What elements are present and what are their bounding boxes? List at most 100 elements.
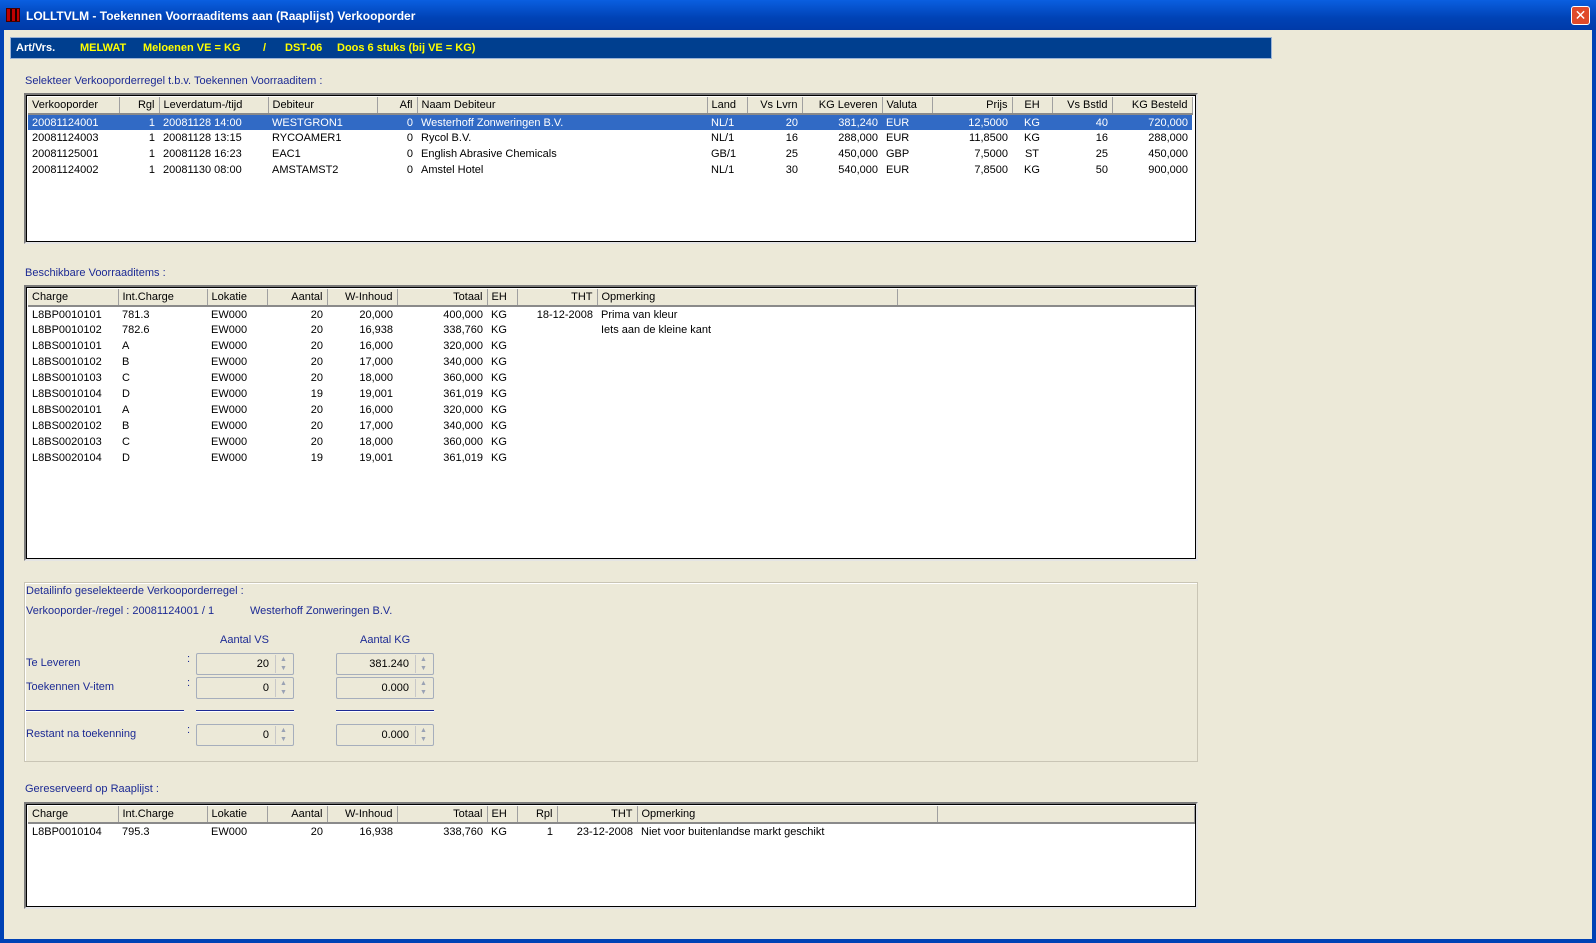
orders-col-verkooporder[interactable]: Verkooporder — [28, 97, 120, 115]
stock-cell-int-charge: D — [122, 452, 130, 464]
stock-col-totaal[interactable]: Totaal — [397, 289, 488, 307]
orders-col-afl[interactable]: Afl — [377, 97, 418, 115]
stock-col-int-charge[interactable]: Int.Charge — [118, 289, 208, 307]
orders-cell-vs-bstld: 25 — [1095, 148, 1108, 160]
reserved-col-rpl[interactable]: Rpl — [517, 806, 558, 824]
stock-cell-int-charge: C — [122, 372, 130, 384]
stock-cell-w-inhoud: 16,938 — [359, 324, 393, 336]
toekennen-vs-value: 0 — [262, 682, 269, 694]
orders-col-leverdatum-tijd[interactable]: Leverdatum-/tijd — [159, 97, 269, 115]
reserved-col-int-charge[interactable]: Int.Charge — [118, 806, 208, 824]
reserved-col-charge[interactable]: Charge — [28, 806, 119, 824]
stock-col-charge[interactable]: Charge — [28, 289, 119, 307]
stock-row[interactable]: L8BS0020103 C EW000 20 18,000 360,000 KG — [28, 434, 1194, 450]
te-leveren-vs-stepper[interactable]: 20 ▲ ▼ — [196, 653, 294, 675]
te-leveren-kg-stepper[interactable]: 381.240 ▲ ▼ — [336, 653, 434, 675]
stock-row[interactable]: L8BS0010103 C EW000 20 18,000 360,000 KG — [28, 370, 1194, 386]
orders-cell-kg-leveren: 381,240 — [802, 114, 882, 130]
stock-grid[interactable]: Charge Int.Charge Lokatie Aantal W-Inhoud Tot… — [24, 285, 1198, 561]
reserved-col-w-inhoud[interactable]: W-Inhoud — [327, 806, 398, 824]
orders-row[interactable]: 20081124002 1 20081130 08:00 AMSTAMST2 0 Amst… — [28, 162, 1192, 178]
orders-cell-rgl: 1 — [148, 148, 155, 160]
orders-cell-valuta: EUR — [882, 114, 932, 130]
stock-row[interactable]: L8BS0020102 B EW000 20 17,000 340,000 KG — [28, 418, 1194, 434]
orders-col-kg-besteld[interactable]: KG Besteld — [1112, 97, 1193, 115]
stock-cell-filler — [897, 306, 1194, 322]
orders-cell-rgl: 1 — [148, 164, 155, 176]
stock-cell-tht — [517, 418, 597, 434]
orders-cell-leverdatum-tijd: 20081128 16:23 — [163, 148, 242, 160]
te-leveren-colon: : — [187, 653, 191, 665]
orders-cell-leverdatum-tijd: 20081128 14:00 — [159, 114, 268, 130]
spin-arrows-icon[interactable]: ▲ ▼ — [415, 726, 431, 744]
stock-col-tht[interactable]: THT — [517, 289, 598, 307]
sum-divider-kg — [336, 710, 434, 712]
orders-col-vs-lvrn[interactable]: Vs Lvrn — [747, 97, 803, 115]
orders-cell-valuta: EUR — [886, 132, 910, 144]
stock-cell-opmerking — [597, 338, 897, 354]
stock-row[interactable]: L8BP0010102 782.6 EW000 20 16,938 338,760 KG Ie… — [28, 322, 1194, 338]
stock-cell-lokatie: EW000 — [211, 324, 248, 336]
reserved-col-totaal[interactable]: Totaal — [397, 806, 488, 824]
restant-vs-stepper[interactable]: 0 ▲ ▼ — [196, 724, 294, 746]
stock-col-opmerking[interactable]: Opmerking — [597, 289, 898, 307]
toekennen-vs-stepper[interactable]: 0 ▲ ▼ — [196, 677, 294, 699]
stock-row[interactable]: L8BS0010104 D EW000 19 19,001 361,019 KG — [28, 386, 1194, 402]
spin-arrows-icon[interactable]: ▲ ▼ — [415, 679, 431, 697]
reserved-cell-eh: KG — [491, 825, 507, 838]
stock-row[interactable]: L8BS0020104 D EW000 19 19,001 361,019 KG — [28, 450, 1194, 466]
stock-row[interactable]: L8BP0010101 781.3 EW000 20 20,000 400,000 KG 18… — [28, 306, 1194, 322]
stock-row[interactable]: L8BS0020101 A EW000 20 16,000 320,000 KG — [28, 402, 1194, 418]
orders-col-valuta[interactable]: Valuta — [882, 97, 933, 115]
orders-row[interactable]: 20081125001 1 20081128 16:23 EAC1 0 English A… — [28, 146, 1192, 162]
reserved-col-opmerking[interactable]: Opmerking — [637, 806, 938, 824]
reserved-grid[interactable]: Charge Int.Charge Lokatie Aantal W-Inhoud Tot… — [24, 802, 1198, 909]
window-title: LOLLTVLM - Toekennen Voorraaditems aan (… — [26, 9, 416, 23]
stock-col-lokatie[interactable]: Lokatie — [207, 289, 268, 307]
spin-arrows-icon[interactable]: ▲ ▼ — [415, 655, 431, 673]
stock-col-eh[interactable]: EH — [487, 289, 518, 307]
reserved-row[interactable]: L8BP0010104 795.3 EW000 20 16,938 338,760 KG 1 2… — [28, 823, 1194, 839]
close-icon[interactable]: ✕ — [1571, 6, 1590, 25]
orders-cell-naam-debiteur: Amstel Hotel — [421, 164, 484, 176]
orders-col-naam-debiteur[interactable]: Naam Debiteur — [417, 97, 708, 115]
stock-cell-aantal: 20 — [310, 340, 323, 352]
stock-cell-totaal: 360,000 — [443, 372, 483, 384]
stock-cell-tht — [517, 370, 597, 386]
orders-cell-kg-leveren: 288,000 — [838, 132, 878, 144]
reserved-col-lokatie[interactable]: Lokatie — [207, 806, 268, 824]
orders-col-land[interactable]: Land — [707, 97, 748, 115]
stock-row[interactable]: L8BS0010101 A EW000 20 16,000 320,000 KG — [28, 338, 1194, 354]
orders-cell-vs-lvrn: 30 — [785, 164, 798, 176]
reserved-col-eh[interactable]: EH — [487, 806, 518, 824]
stock-cell-eh: KG — [491, 388, 507, 400]
packaging-code: DST-06 — [285, 42, 323, 54]
stock-cell-lokatie: EW000 — [211, 452, 248, 464]
orders-col-vs-bstld[interactable]: Vs Bstld — [1052, 97, 1113, 115]
stock-row[interactable]: L8BS0010102 B EW000 20 17,000 340,000 KG — [28, 354, 1194, 370]
orders-row[interactable]: 20081124001 1 20081128 14:00 WESTGRON1 0 West… — [28, 114, 1192, 130]
stock-cell-eh: KG — [491, 452, 507, 464]
orders-col-rgl[interactable]: Rgl — [119, 97, 160, 115]
orders-col-debiteur[interactable]: Debiteur — [268, 97, 378, 115]
spin-arrows-icon[interactable]: ▲ ▼ — [275, 679, 291, 697]
spin-arrows-icon[interactable]: ▲ ▼ — [275, 655, 291, 673]
toekennen-kg-stepper[interactable]: 0.000 ▲ ▼ — [336, 677, 434, 699]
stock-cell-opmerking — [597, 386, 897, 402]
restant-kg-stepper[interactable]: 0.000 ▲ ▼ — [336, 724, 434, 746]
orders-col-kg-leveren[interactable]: KG Leveren — [802, 97, 883, 115]
stock-col-aantal[interactable]: Aantal — [267, 289, 328, 307]
orders-col-prijs[interactable]: Prijs — [932, 97, 1013, 115]
spin-arrows-icon[interactable]: ▲ ▼ — [275, 726, 291, 744]
reserved-cell-charge: L8BP0010104 — [32, 825, 102, 838]
orders-cell-kg-leveren: 450,000 — [838, 148, 878, 160]
reserved-col-aantal[interactable]: Aantal — [267, 806, 328, 824]
stock-cell-lokatie: EW000 — [211, 388, 248, 400]
orders-cell-kg-besteld: 900,000 — [1148, 164, 1188, 176]
orders-grid[interactable]: Verkooporder Rgl Leverdatum-/tijd Debiteur A… — [24, 93, 1198, 244]
reserved-col-tht[interactable]: THT — [557, 806, 638, 824]
orders-row[interactable]: 20081124003 1 20081128 13:15 RYCOAMER1 0 Ryco… — [28, 130, 1192, 146]
stock-cell-int-charge: B — [122, 356, 130, 368]
orders-col-eh[interactable]: EH — [1012, 97, 1053, 115]
stock-col-w-inhoud[interactable]: W-Inhoud — [327, 289, 398, 307]
